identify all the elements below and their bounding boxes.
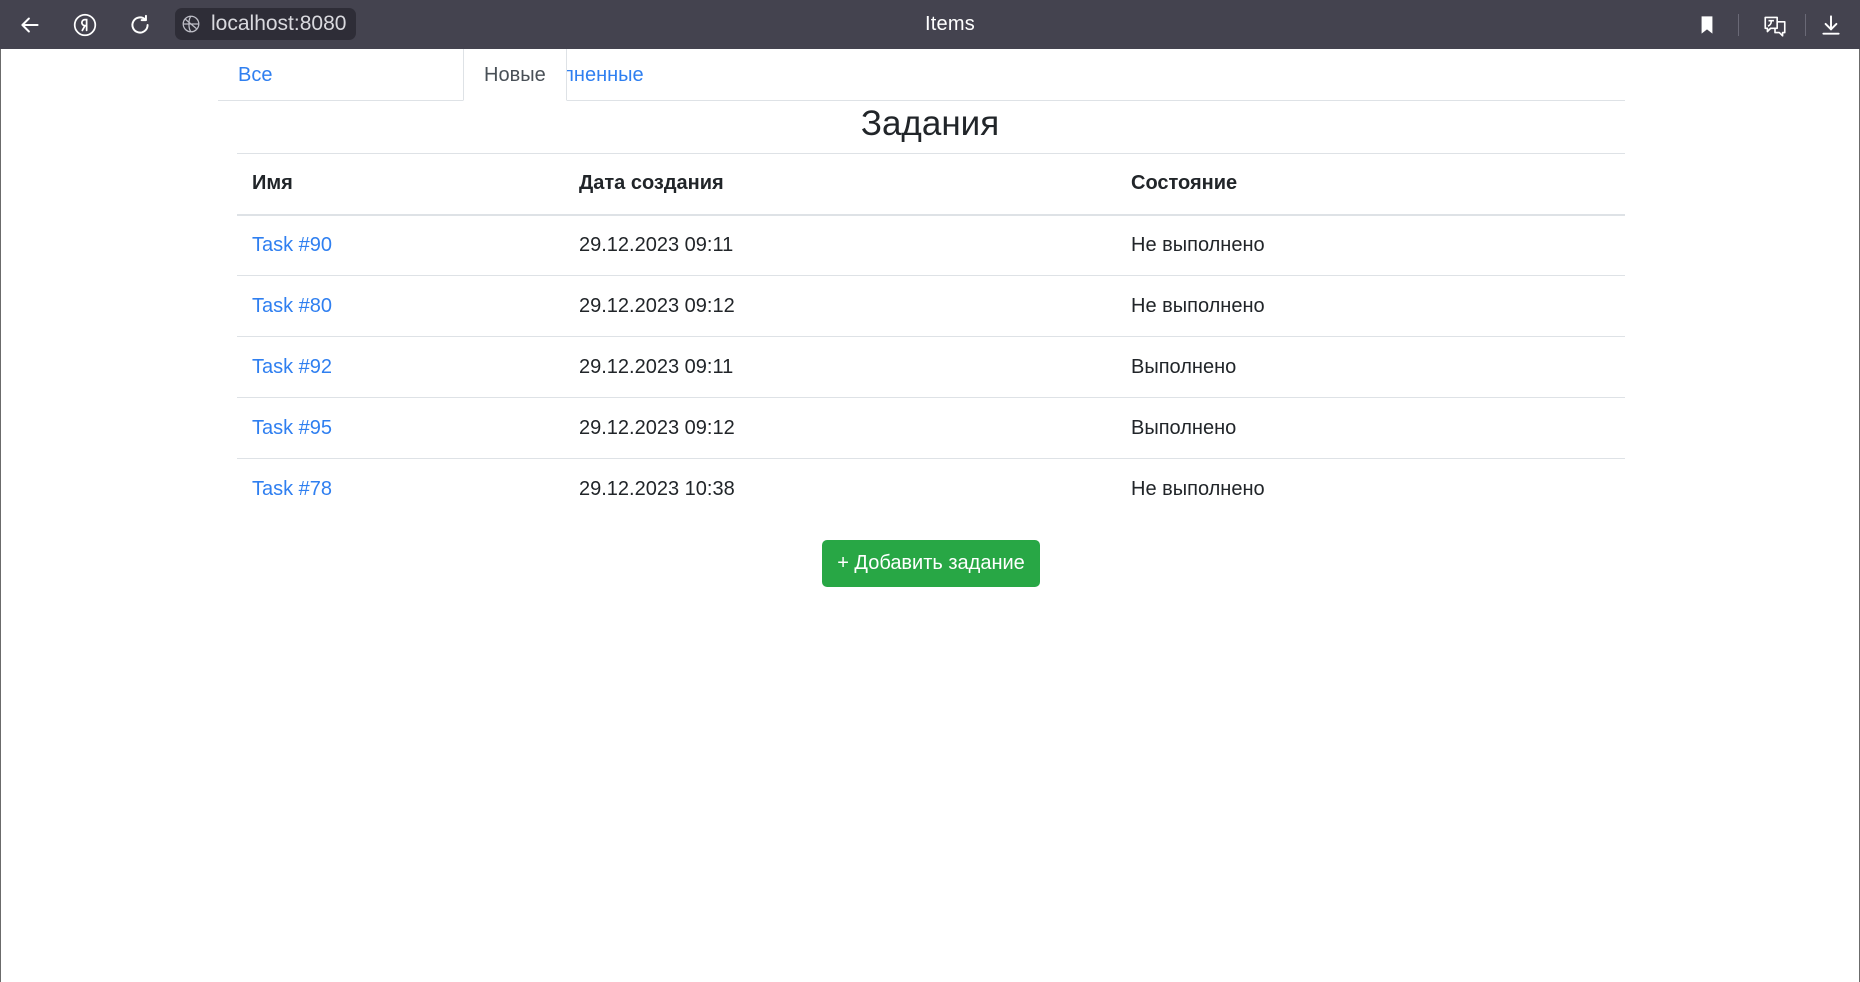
task-link[interactable]: Task #78 [252,478,332,500]
browser-toolbar: localhost:8080 Items [0,0,1860,49]
task-created-cell: 29.12.2023 09:12 [564,397,1116,459]
table-row: Task #95 29.12.2023 09:12 Выполнено [237,397,1625,459]
tab-all[interactable]: Все [218,49,292,101]
url-text: localhost:8080 [211,12,347,35]
reload-icon[interactable] [124,9,156,41]
task-link[interactable]: Task #90 [252,234,332,256]
task-link[interactable]: Task #80 [252,295,332,317]
task-status-cell: Выполнено [1116,336,1625,398]
table-row: Task #80 29.12.2023 09:12 Не выполнено [237,275,1625,337]
toolbar-separator [1805,14,1806,36]
back-arrow-icon[interactable] [14,9,46,41]
tab-new[interactable]: Новые [463,49,567,101]
task-name-cell: Task #90 [237,214,564,276]
column-header-status: Состояние [1116,153,1625,216]
task-created-cell: 29.12.2023 09:11 [564,214,1116,276]
task-created-cell: 29.12.2023 09:12 [564,275,1116,337]
table-header-row: Имя Дата создания Состояние [237,153,1625,216]
task-name-cell: Task #92 [237,336,564,398]
task-link[interactable]: Task #95 [252,417,332,439]
filter-tabs: Все Выполненные Новые [218,49,1625,101]
task-link[interactable]: Task #92 [252,356,332,378]
task-status-cell: Не выполнено [1116,214,1625,276]
tasks-table: Имя Дата создания Состояние Task #90 29.… [237,153,1625,520]
task-name-cell: Task #80 [237,275,564,337]
translate-icon[interactable] [1759,9,1791,41]
task-created-cell: 29.12.2023 09:11 [564,336,1116,398]
window-border-left [0,49,1,982]
page-title: Задания [860,104,1000,143]
task-name-cell: Task #78 [237,458,564,520]
yandex-logo-icon[interactable] [69,9,101,41]
task-created-cell: 29.12.2023 10:38 [564,458,1116,520]
column-header-created: Дата создания [564,153,1116,216]
add-task-button[interactable]: + Добавить задание [822,540,1040,587]
table-row: Task #78 29.12.2023 10:38 Не выполнено [237,458,1625,520]
task-status-cell: Не выполнено [1116,275,1625,337]
table-row: Task #90 29.12.2023 09:11 Не выполнено [237,214,1625,276]
column-header-name: Имя [237,153,564,216]
bookmark-icon[interactable] [1691,9,1723,41]
table-row: Task #92 29.12.2023 09:11 Выполнено [237,336,1625,398]
address-bar[interactable]: localhost:8080 [175,8,356,40]
task-status-cell: Выполнено [1116,397,1625,459]
task-name-cell: Task #95 [237,397,564,459]
download-icon[interactable] [1815,9,1847,41]
toolbar-separator [1738,14,1739,36]
task-status-cell: Не выполнено [1116,458,1625,520]
site-info-icon[interactable] [175,8,207,40]
